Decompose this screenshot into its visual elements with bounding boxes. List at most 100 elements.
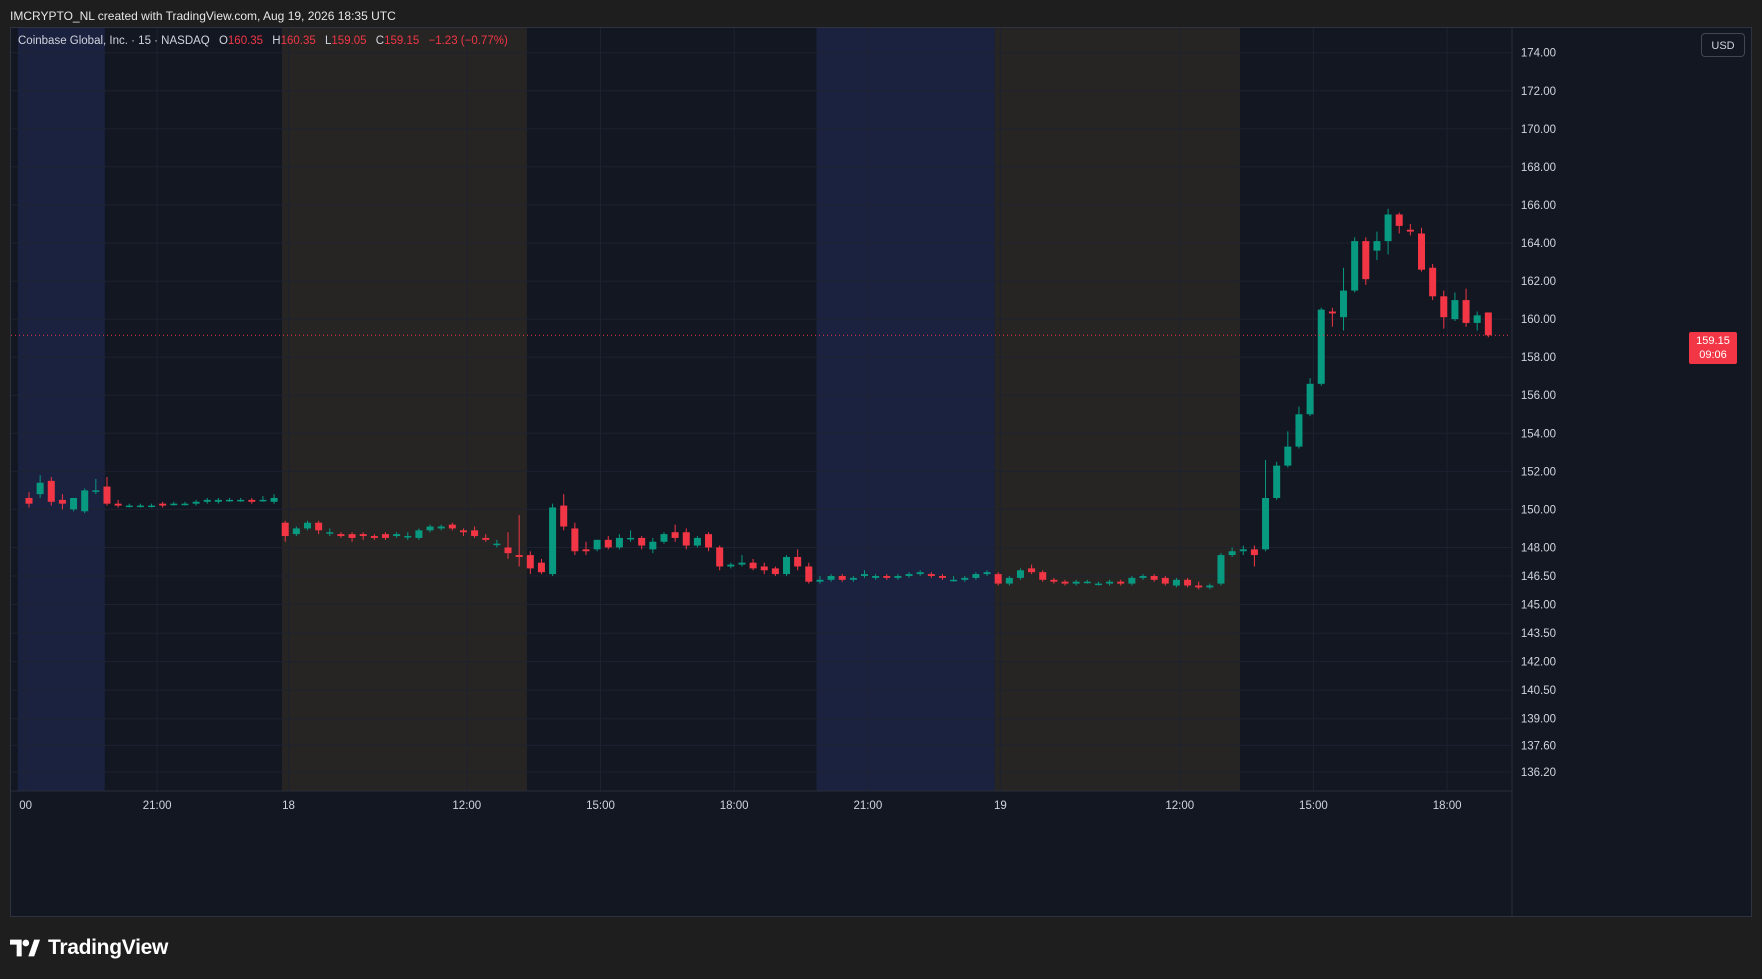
chart-frame[interactable]: 174.00 172.00 170.00 168.00 166.00 164.00 162.… <box>10 27 1752 917</box>
candle-body <box>972 574 980 578</box>
candle-body <box>304 522 311 529</box>
candle-body <box>894 575 902 578</box>
candle-body <box>1451 300 1459 320</box>
candle-body <box>1150 575 1158 580</box>
candle-body <box>36 482 44 495</box>
time-tick-label: 15:00 <box>586 800 615 812</box>
candle-body <box>1429 267 1437 297</box>
candle-body <box>148 505 156 508</box>
candle-body <box>81 490 89 512</box>
price-tick-label: 156.00 <box>1521 390 1556 402</box>
price-tick-label: 143.50 <box>1521 628 1556 640</box>
candle-body <box>783 556 791 575</box>
candle-body <box>905 574 913 576</box>
candle-body <box>805 566 813 582</box>
candle-body <box>1184 579 1192 586</box>
candle-body <box>415 530 423 538</box>
candle-body <box>571 528 579 552</box>
footer-brand[interactable]: TradingView <box>10 932 168 964</box>
candle-body <box>1484 312 1492 336</box>
candle-body <box>370 536 378 538</box>
candle-body <box>159 503 167 506</box>
chart-canvas[interactable]: 174.00 172.00 170.00 168.00 166.00 164.00 162.… <box>11 28 1751 916</box>
price-tick-label: 140.50 <box>1521 685 1556 697</box>
session-band-blue <box>17 28 105 791</box>
candle-body <box>47 480 55 502</box>
candle-body <box>1351 241 1359 291</box>
candle-body <box>1228 551 1236 556</box>
candle-body <box>326 532 334 534</box>
currency-button[interactable]: USD <box>1701 33 1745 57</box>
candle-body <box>1317 309 1325 384</box>
candle-body <box>493 543 501 546</box>
time-tick-label: 15:00 <box>1299 800 1328 812</box>
candle-body <box>1406 229 1414 232</box>
price-tick-label: 146.50 <box>1521 571 1556 583</box>
price-tick-label: 137.60 <box>1521 740 1556 752</box>
candle-body <box>1217 555 1225 584</box>
candle-body <box>1462 300 1470 323</box>
price-tick-label: 164.00 <box>1521 238 1556 250</box>
candle-body <box>861 574 868 576</box>
candle-body <box>983 572 991 575</box>
candle-body <box>103 486 111 504</box>
last-price-value: 159.15 <box>1696 335 1730 347</box>
candle-body <box>214 499 222 502</box>
candle-body <box>1172 579 1180 586</box>
candle-body <box>916 572 924 575</box>
candle-body <box>181 503 189 506</box>
session-band-tan <box>281 28 527 791</box>
candle-body <box>426 526 434 531</box>
session-band-blue <box>816 28 995 791</box>
time-tick-label: 12:00 <box>1165 800 1194 812</box>
candle-body <box>1061 581 1069 584</box>
candle-body <box>1072 581 1080 584</box>
candle-body <box>348 534 356 538</box>
candle-body <box>192 501 200 504</box>
candle-body <box>437 526 445 529</box>
candle-body <box>872 575 880 578</box>
candle-body <box>749 562 757 569</box>
candle-body <box>226 499 234 502</box>
candle-body <box>1206 585 1214 588</box>
candle-body <box>1028 568 1036 573</box>
price-tick-label: 172.00 <box>1521 86 1556 98</box>
candle-body <box>994 574 1002 584</box>
candle-body <box>582 549 590 552</box>
price-tick-label: 142.00 <box>1521 657 1556 669</box>
candle-body <box>359 534 367 537</box>
candle-body <box>1373 241 1381 251</box>
candle-body <box>927 574 935 576</box>
candle-body <box>25 497 33 504</box>
candle-body <box>237 499 245 502</box>
candle-body <box>1328 311 1336 314</box>
candle-body <box>627 537 635 540</box>
candle-body <box>404 536 412 538</box>
candle-body <box>1239 549 1247 552</box>
time-tick-label: 12:00 <box>452 800 481 812</box>
candle-body <box>381 534 389 538</box>
time-tick-label: 21:00 <box>143 800 172 812</box>
candle-body <box>816 579 824 582</box>
candle-body <box>1295 414 1303 447</box>
candle-body <box>170 503 178 506</box>
time-tick-label: 21:00 <box>853 800 882 812</box>
candle-body <box>771 568 779 575</box>
time-tick-label: 19 <box>994 800 1007 812</box>
price-tick-label: 174.00 <box>1521 48 1556 60</box>
candle-body <box>1050 579 1058 582</box>
candle-body <box>270 497 278 502</box>
price-tick-label: 162.00 <box>1521 276 1556 288</box>
candle-body <box>1395 214 1403 226</box>
candle-body <box>58 499 66 504</box>
candle-body <box>1440 296 1448 318</box>
candle-body <box>794 556 802 567</box>
candle-body <box>471 530 479 537</box>
candle-body <box>1139 575 1147 578</box>
candle-body <box>560 505 568 527</box>
candle-body <box>448 524 456 529</box>
chart-caption: IMCRYPTO_NL created with TradingView.com… <box>10 9 396 23</box>
candle-body <box>549 507 557 575</box>
candle-body <box>292 528 300 535</box>
candle-body <box>950 579 958 582</box>
